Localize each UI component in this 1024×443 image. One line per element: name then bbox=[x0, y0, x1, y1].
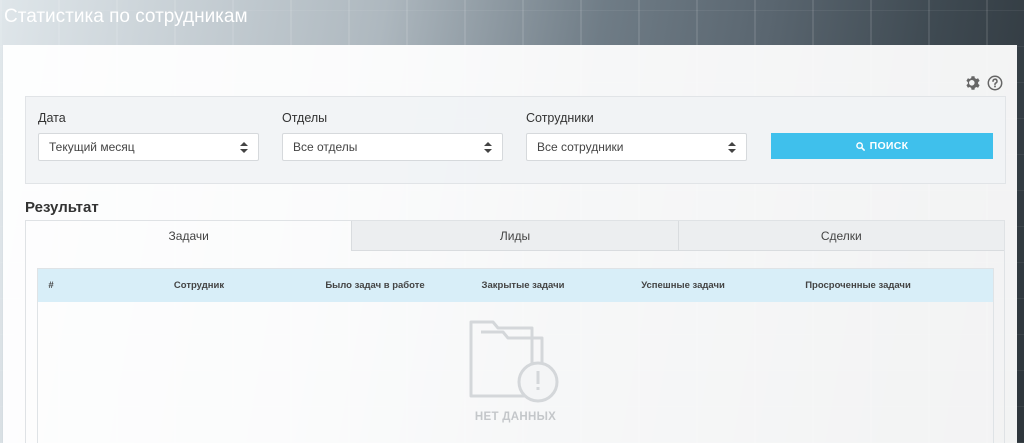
filter-date: Дата Текущий месяц bbox=[38, 111, 259, 161]
date-select-value: Текущий месяц bbox=[49, 140, 135, 154]
table-header: # Сотрудник Было задач в работе Закрытые… bbox=[38, 269, 993, 302]
search-button[interactable]: ПОИСК bbox=[771, 133, 993, 159]
column-header-employee[interactable]: Сотрудник bbox=[64, 280, 334, 291]
main-panel: Дата Текущий месяц Отделы Все отделы Сот… bbox=[3, 45, 1017, 443]
sort-caret-icon bbox=[728, 141, 736, 153]
result-tabs: Задачи Лиды Сделки # Сотрудник Было зада… bbox=[25, 220, 1005, 443]
tab-tasks[interactable]: Задачи bbox=[26, 221, 351, 251]
column-header-overdue-tasks[interactable]: Просроченные задачи bbox=[778, 280, 938, 291]
tab-deals[interactable]: Сделки bbox=[677, 221, 1004, 251]
sort-caret-icon bbox=[484, 141, 492, 153]
filter-date-label: Дата bbox=[38, 111, 66, 125]
date-select[interactable]: Текущий месяц bbox=[38, 133, 259, 161]
search-button-label: ПОИСК bbox=[869, 140, 909, 152]
filter-department-label: Отделы bbox=[282, 111, 328, 125]
search-icon bbox=[855, 141, 865, 151]
sort-caret-icon bbox=[240, 141, 248, 153]
filter-employee-label: Сотрудники bbox=[526, 111, 594, 125]
tasks-table: # Сотрудник Было задач в работе Закрытые… bbox=[37, 268, 994, 443]
page-title: Статистика по сотрудникам bbox=[4, 6, 248, 27]
filter-department: Отделы Все отделы bbox=[282, 111, 503, 161]
column-header-tasks-in-work[interactable]: Было задач в работе bbox=[300, 280, 450, 291]
column-header-closed-tasks[interactable]: Закрытые задачи bbox=[458, 280, 588, 291]
filter-box: Дата Текущий месяц Отделы Все отделы Сот… bbox=[25, 96, 1006, 184]
empty-folder-warning-icon bbox=[469, 320, 559, 403]
gear-icon[interactable] bbox=[965, 75, 981, 91]
panel-tools bbox=[965, 75, 1003, 91]
tab-leads[interactable]: Лиды bbox=[351, 221, 678, 251]
employee-select-value: Все сотрудники bbox=[537, 140, 624, 154]
department-select-value: Все отделы bbox=[293, 140, 358, 154]
column-header-successful-tasks[interactable]: Успешные задачи bbox=[618, 280, 748, 291]
tab-bar: Задачи Лиды Сделки bbox=[26, 221, 1004, 251]
question-circle-icon[interactable] bbox=[987, 75, 1003, 91]
column-header-number[interactable]: # bbox=[38, 280, 64, 291]
employee-select[interactable]: Все сотрудники bbox=[526, 133, 747, 161]
empty-state: НЕТ ДАННЫХ bbox=[38, 302, 993, 443]
department-select[interactable]: Все отделы bbox=[282, 133, 503, 161]
result-title: Результат bbox=[25, 199, 99, 216]
filter-employee: Сотрудники Все сотрудники bbox=[526, 111, 747, 161]
empty-state-text: НЕТ ДАННЫХ bbox=[474, 411, 557, 423]
